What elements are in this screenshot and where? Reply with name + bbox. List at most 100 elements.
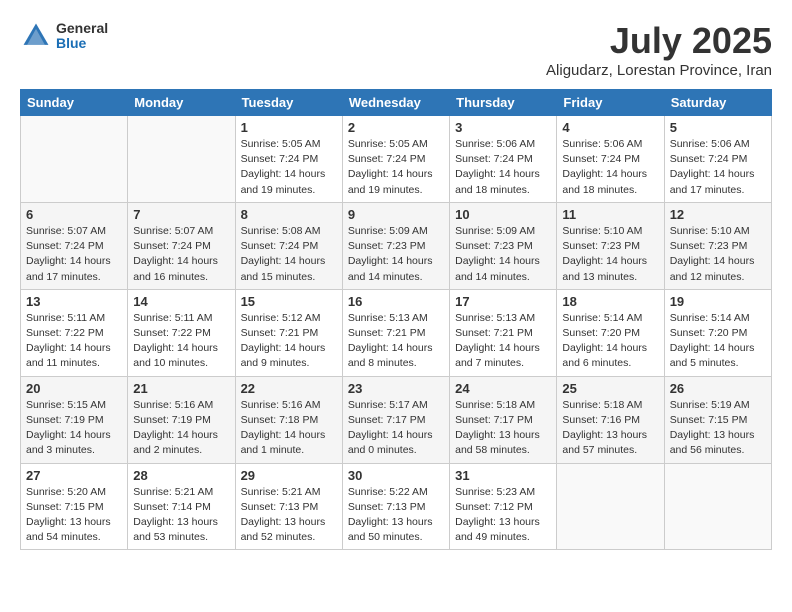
weekday-header-sunday: Sunday bbox=[21, 90, 128, 116]
day-info: Sunrise: 5:13 AMSunset: 7:21 PMDaylight:… bbox=[455, 311, 551, 372]
day-cell: 7 Sunrise: 5:07 AMSunset: 7:24 PMDaylight… bbox=[128, 202, 235, 289]
day-cell: 10 Sunrise: 5:09 AMSunset: 7:23 PMDayligh… bbox=[450, 202, 557, 289]
day-cell: 6Sunrise: 5:07 AMSunset: 7:24 PMDaylight… bbox=[21, 202, 128, 289]
day-cell bbox=[21, 116, 128, 203]
day-number: 26 bbox=[670, 381, 766, 396]
day-info: Sunrise: 5:11 AMSunset: 7:22 PMDaylight:… bbox=[26, 311, 122, 372]
day-info: Sunrise: 5:19 AMSunset: 7:15 PMDaylight:… bbox=[670, 398, 766, 459]
day-number: 24 bbox=[455, 381, 551, 396]
day-info: Sunrise: 5:07 AMSunset: 7:24 PMDaylight:… bbox=[133, 224, 229, 285]
day-number: 28 bbox=[133, 468, 229, 483]
day-number: 31 bbox=[455, 468, 551, 483]
day-number: 30 bbox=[348, 468, 444, 483]
day-number: 29 bbox=[241, 468, 337, 483]
title-block: July 2025 Aligudarz, Lorestan Province, … bbox=[546, 20, 772, 79]
day-cell: 11Sunrise: 5:10 AMSunset: 7:23 PMDayligh… bbox=[557, 202, 664, 289]
day-info: Sunrise: 5:14 AMSunset: 7:20 PMDaylight:… bbox=[670, 311, 766, 372]
day-info: Sunrise: 5:23 AMSunset: 7:12 PMDaylight:… bbox=[455, 485, 551, 546]
day-number: 25 bbox=[562, 381, 658, 396]
week-row-2: 6 Sunrise: 5:07 AMSunset: 7:24 PMDaylight… bbox=[21, 202, 772, 289]
day-number: 15 bbox=[241, 294, 337, 309]
day-cell: 2 Sunrise: 5:05 AMSunset: 7:24 PMDaylight… bbox=[342, 116, 449, 203]
day-info: Sunrise: 5:18 AMSunset: 7:17 PMDaylight:… bbox=[455, 398, 551, 459]
day-number: 5 bbox=[670, 120, 766, 135]
day-number: 16 bbox=[348, 294, 444, 309]
day-number: 8 bbox=[241, 207, 337, 222]
day-cell: 27 Sunrise: 5:20 AMSunset: 7:15 PMDayligh… bbox=[21, 463, 128, 550]
day-info: Sunrise: 5:10 AMSunset: 7:23 PMDaylight:… bbox=[562, 224, 658, 285]
week-row-4: 20 Sunrise: 5:15 AMSunset: 7:19 PMDayligh… bbox=[21, 376, 772, 463]
weekday-header-row: SundayMondayTuesdayWednesdayThursdayFrid… bbox=[21, 90, 772, 116]
day-cell: 19 Sunrise: 5:14 AMSunset: 7:20 PMDayligh… bbox=[664, 289, 771, 376]
day-number: 18 bbox=[562, 294, 658, 309]
day-number: 12 bbox=[670, 207, 766, 222]
day-cell: 28Sunrise: 5:21 AMSunset: 7:14 PMDayligh… bbox=[128, 463, 235, 550]
day-info: Sunrise: 5:15 AMSunset: 7:19 PMDaylight:… bbox=[26, 398, 122, 459]
day-cell: 8Sunrise: 5:08 AMSunset: 7:24 PMDaylight… bbox=[235, 202, 342, 289]
day-cell: 16 Sunrise: 5:13 AMSunset: 7:21 PMDayligh… bbox=[342, 289, 449, 376]
logo-icon bbox=[20, 20, 52, 52]
day-cell bbox=[128, 116, 235, 203]
day-number: 10 bbox=[455, 207, 551, 222]
day-cell: 18 Sunrise: 5:14 AMSunset: 7:20 PMDayligh… bbox=[557, 289, 664, 376]
logo-text: General Blue bbox=[56, 21, 108, 52]
day-cell: 4 Sunrise: 5:06 AMSunset: 7:24 PMDaylight… bbox=[557, 116, 664, 203]
day-cell: 9Sunrise: 5:09 AMSunset: 7:23 PMDaylight… bbox=[342, 202, 449, 289]
day-number: 20 bbox=[26, 381, 122, 396]
day-number: 7 bbox=[133, 207, 229, 222]
day-cell: 3Sunrise: 5:06 AMSunset: 7:24 PMDaylight… bbox=[450, 116, 557, 203]
day-number: 27 bbox=[26, 468, 122, 483]
day-info: Sunrise: 5:09 AMSunset: 7:23 PMDaylight:… bbox=[455, 224, 551, 285]
logo-general: General bbox=[56, 21, 108, 36]
day-info: Sunrise: 5:06 AMSunset: 7:24 PMDaylight:… bbox=[670, 137, 766, 198]
day-number: 6 bbox=[26, 207, 122, 222]
day-number: 1 bbox=[241, 120, 337, 135]
day-cell: 17Sunrise: 5:13 AMSunset: 7:21 PMDayligh… bbox=[450, 289, 557, 376]
day-number: 22 bbox=[241, 381, 337, 396]
week-row-5: 27 Sunrise: 5:20 AMSunset: 7:15 PMDayligh… bbox=[21, 463, 772, 550]
day-number: 21 bbox=[133, 381, 229, 396]
day-cell: 13 Sunrise: 5:11 AMSunset: 7:22 PMDayligh… bbox=[21, 289, 128, 376]
day-info: Sunrise: 5:13 AMSunset: 7:21 PMDaylight:… bbox=[348, 311, 444, 372]
day-info: Sunrise: 5:12 AMSunset: 7:21 PMDaylight:… bbox=[241, 311, 337, 372]
day-number: 4 bbox=[562, 120, 658, 135]
month-title: July 2025 bbox=[546, 20, 772, 62]
day-cell: 15 Sunrise: 5:12 AMSunset: 7:21 PMDayligh… bbox=[235, 289, 342, 376]
day-info: Sunrise: 5:21 AMSunset: 7:13 PMDaylight:… bbox=[241, 485, 337, 546]
location: Aligudarz, Lorestan Province, Iran bbox=[546, 62, 772, 79]
day-cell: 29 Sunrise: 5:21 AMSunset: 7:13 PMDayligh… bbox=[235, 463, 342, 550]
logo-blue: Blue bbox=[56, 36, 108, 51]
day-cell: 12Sunrise: 5:10 AMSunset: 7:23 PMDayligh… bbox=[664, 202, 771, 289]
day-info: Sunrise: 5:06 AMSunset: 7:24 PMDaylight:… bbox=[562, 137, 658, 198]
day-cell: 30Sunrise: 5:22 AMSunset: 7:13 PMDayligh… bbox=[342, 463, 449, 550]
day-cell: 23Sunrise: 5:17 AMSunset: 7:17 PMDayligh… bbox=[342, 376, 449, 463]
weekday-header-saturday: Saturday bbox=[664, 90, 771, 116]
day-cell: 25Sunrise: 5:18 AMSunset: 7:16 PMDayligh… bbox=[557, 376, 664, 463]
day-number: 14 bbox=[133, 294, 229, 309]
day-number: 2 bbox=[348, 120, 444, 135]
day-number: 23 bbox=[348, 381, 444, 396]
logo: General Blue bbox=[20, 20, 108, 52]
day-cell: 14 Sunrise: 5:11 AMSunset: 7:22 PMDayligh… bbox=[128, 289, 235, 376]
day-info: Sunrise: 5:16 AMSunset: 7:18 PMDaylight:… bbox=[241, 398, 337, 459]
day-cell: 26 Sunrise: 5:19 AMSunset: 7:15 PMDayligh… bbox=[664, 376, 771, 463]
calendar-table: SundayMondayTuesdayWednesdayThursdayFrid… bbox=[20, 89, 772, 550]
week-row-3: 13 Sunrise: 5:11 AMSunset: 7:22 PMDayligh… bbox=[21, 289, 772, 376]
weekday-header-friday: Friday bbox=[557, 90, 664, 116]
day-cell bbox=[557, 463, 664, 550]
day-info: Sunrise: 5:16 AMSunset: 7:19 PMDaylight:… bbox=[133, 398, 229, 459]
page-header: General Blue July 2025 Aligudarz, Lorest… bbox=[20, 20, 772, 79]
day-info: Sunrise: 5:14 AMSunset: 7:20 PMDaylight:… bbox=[562, 311, 658, 372]
day-cell bbox=[664, 463, 771, 550]
day-info: Sunrise: 5:05 AMSunset: 7:24 PMDaylight:… bbox=[241, 137, 337, 198]
day-number: 19 bbox=[670, 294, 766, 309]
day-cell: 21 Sunrise: 5:16 AMSunset: 7:19 PMDayligh… bbox=[128, 376, 235, 463]
day-info: Sunrise: 5:20 AMSunset: 7:15 PMDaylight:… bbox=[26, 485, 122, 546]
day-info: Sunrise: 5:05 AMSunset: 7:24 PMDaylight:… bbox=[348, 137, 444, 198]
weekday-header-wednesday: Wednesday bbox=[342, 90, 449, 116]
day-number: 9 bbox=[348, 207, 444, 222]
day-number: 13 bbox=[26, 294, 122, 309]
weekday-header-monday: Monday bbox=[128, 90, 235, 116]
day-info: Sunrise: 5:06 AMSunset: 7:24 PMDaylight:… bbox=[455, 137, 551, 198]
day-info: Sunrise: 5:11 AMSunset: 7:22 PMDaylight:… bbox=[133, 311, 229, 372]
